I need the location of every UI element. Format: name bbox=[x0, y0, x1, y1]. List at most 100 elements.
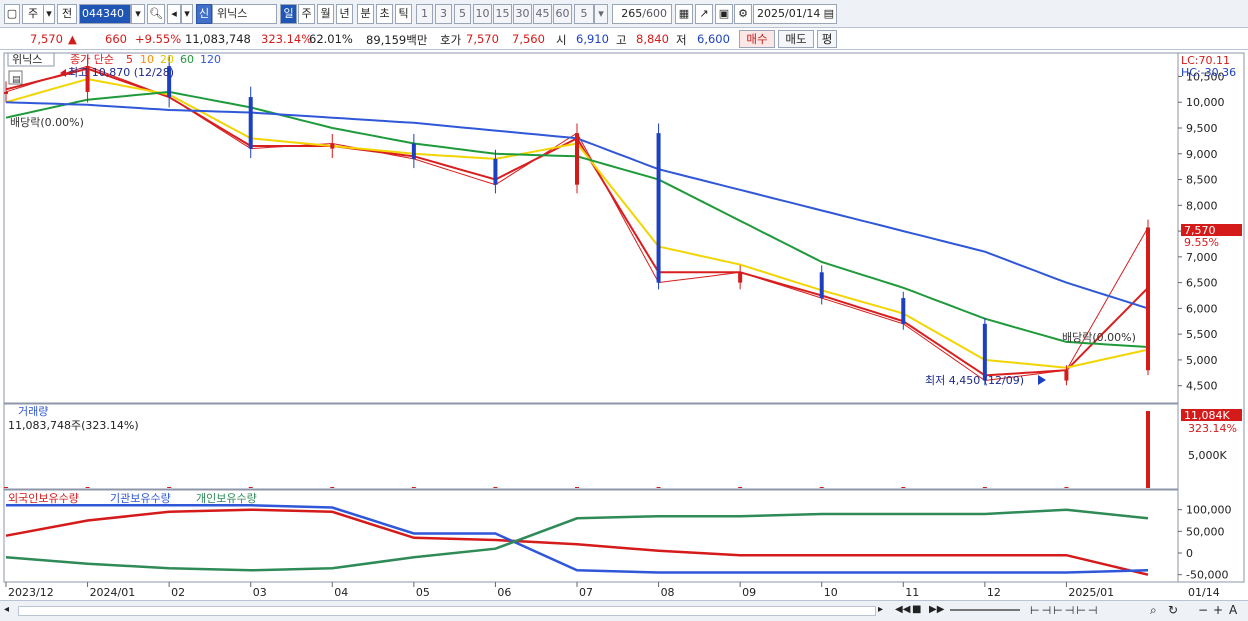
price-tick-label: 8,000 bbox=[1186, 199, 1218, 212]
interval-30[interactable]: 30 bbox=[513, 4, 532, 24]
x-tick-label: 04 bbox=[334, 586, 348, 599]
interval-45[interactable]: 45 bbox=[533, 4, 552, 24]
view-tools-icon[interactable]: ⊢⊣⊢⊣⊢⊣ bbox=[1030, 604, 1140, 618]
new-badge-label: 신 bbox=[198, 7, 210, 20]
count-field[interactable]: 265/600 bbox=[612, 4, 672, 24]
institution-legend: 기관보유수량 bbox=[110, 492, 171, 505]
horizontal-scrollbar[interactable] bbox=[18, 606, 876, 616]
x-tick-label: 01/14 bbox=[1188, 586, 1220, 599]
kind-select[interactable]: 주 bbox=[22, 4, 44, 24]
price-tick-label: 6,000 bbox=[1186, 302, 1218, 315]
price-tick-label: 4,500 bbox=[1186, 380, 1218, 393]
zoom-in-icon[interactable]: + bbox=[1213, 603, 1227, 619]
interval-1[interactable]: 1 bbox=[416, 4, 433, 24]
prev-button[interactable]: 전 bbox=[57, 4, 77, 24]
interval-3[interactable]: 3 bbox=[435, 4, 452, 24]
font-size-icon[interactable]: A bbox=[1229, 603, 1243, 619]
candle-settings-icon[interactable]: ▦ bbox=[675, 4, 693, 24]
period-day[interactable]: 일 bbox=[280, 4, 297, 24]
zoom-slider[interactable] bbox=[950, 609, 1020, 611]
volume-bar bbox=[411, 487, 416, 488]
chart-menu-glyph: ▤ bbox=[12, 75, 21, 85]
foreign-legend: 외국인보유수량 bbox=[8, 492, 79, 505]
volume-value-label: 11,083,748주(323.14%) bbox=[8, 419, 139, 432]
reset-icon[interactable]: ↻ bbox=[1168, 603, 1182, 619]
holding-tick-label: 0 bbox=[1186, 547, 1193, 560]
date-input[interactable]: 2025/01/14 ▤ bbox=[753, 4, 837, 24]
candle-body bbox=[901, 298, 906, 324]
interval-15[interactable]: 15 bbox=[493, 4, 512, 24]
code-dropdown-icon[interactable]: ▾ bbox=[131, 4, 145, 24]
zoom-out-icon[interactable]: − bbox=[1198, 603, 1212, 619]
speaker-dropdown-icon[interactable]: ▾ bbox=[181, 4, 193, 24]
volume-bar bbox=[493, 487, 498, 488]
open-price: 6,910 bbox=[576, 32, 609, 46]
x-tick-label: 02 bbox=[171, 586, 185, 599]
open-label: 시 bbox=[556, 33, 567, 47]
volume-bar bbox=[167, 487, 172, 488]
period-year[interactable]: 년 bbox=[336, 4, 353, 24]
period-week[interactable]: 주 bbox=[298, 4, 315, 24]
save-icon[interactable]: ▣ bbox=[715, 4, 733, 24]
period-label: 월 bbox=[320, 7, 331, 20]
dividend-note-2: 배당락(0.00%) bbox=[1062, 331, 1136, 344]
price-tick-label: 8,500 bbox=[1186, 174, 1218, 187]
sell-button[interactable]: 매도 bbox=[778, 30, 814, 48]
window-icon[interactable]: ▢ bbox=[4, 4, 20, 24]
drawing-tool-icon[interactable]: ↗ bbox=[695, 4, 713, 24]
interval-10[interactable]: 10 bbox=[473, 4, 492, 24]
search-icon[interactable]: 🔍︎ bbox=[147, 4, 165, 24]
interval-label: 10 bbox=[475, 7, 490, 20]
period-tick[interactable]: 틱 bbox=[395, 4, 412, 24]
interval-custom-input[interactable]: 5 bbox=[574, 4, 594, 24]
interval-5[interactable]: 5 bbox=[454, 4, 471, 24]
stock-code-value: 044340 bbox=[82, 7, 124, 20]
price-tick-label: 6,500 bbox=[1186, 277, 1218, 290]
period-month[interactable]: 월 bbox=[317, 4, 334, 24]
x-tick-label: 2024/01 bbox=[90, 586, 136, 599]
interval-60[interactable]: 60 bbox=[553, 4, 572, 24]
hoga-label: 호가 bbox=[440, 33, 462, 47]
interval-dropdown-icon[interactable]: ▾ bbox=[594, 4, 608, 24]
stop-icon[interactable]: ■ bbox=[912, 604, 926, 618]
period-label: 초 bbox=[379, 7, 390, 20]
price-tick-label: 7,000 bbox=[1186, 251, 1218, 264]
x-tick-label: 10 bbox=[824, 586, 838, 599]
stock-chart[interactable]: 10,50010,0009,5009,0008,5008,0007,5007,0… bbox=[0, 51, 1248, 621]
low-label: 저 bbox=[676, 33, 687, 47]
x-tick-label: 2025/01 bbox=[1068, 586, 1114, 599]
candle-body bbox=[982, 323, 987, 381]
kind-dropdown-icon[interactable]: ▾ bbox=[43, 4, 55, 24]
x-tick-label: 08 bbox=[661, 586, 675, 599]
interval-label: 30 bbox=[515, 7, 530, 20]
period-minute[interactable]: 분 bbox=[357, 4, 374, 24]
buy-button[interactable]: 매수 bbox=[739, 30, 775, 48]
candle-body bbox=[738, 272, 743, 283]
stock-name-field[interactable]: 위닉스 bbox=[212, 4, 277, 24]
forward-icon[interactable]: ▶▶ bbox=[929, 604, 944, 618]
low-note: 최저 4,450 (12/09) bbox=[925, 374, 1024, 387]
current-price: 7,570 bbox=[30, 32, 63, 46]
price-change: 660 bbox=[105, 32, 127, 46]
volume-bar bbox=[85, 487, 90, 488]
calendar-icon[interactable]: ▤ bbox=[824, 5, 834, 23]
ma-legend-60: 60 bbox=[180, 53, 194, 66]
speaker-icon[interactable]: ◂ bbox=[167, 4, 181, 24]
volume-panel bbox=[3, 403, 1179, 490]
interval-custom-value: 5 bbox=[580, 7, 588, 20]
scroll-right-icon[interactable]: ▸ bbox=[878, 604, 892, 618]
trade-amount: 89,159백만 bbox=[366, 33, 428, 47]
ask-price: 7,570 bbox=[466, 32, 499, 46]
gear-icon[interactable]: ⚙ bbox=[734, 4, 752, 24]
candle-body bbox=[1146, 227, 1150, 371]
stock-code-input[interactable]: 044340 bbox=[79, 4, 131, 24]
period-second[interactable]: 초 bbox=[376, 4, 393, 24]
volume-bar bbox=[1064, 487, 1069, 488]
new-badge: 신 bbox=[196, 4, 212, 24]
rewind-icon[interactable]: ◀◀ bbox=[895, 604, 910, 618]
date-value: 2025/01/14 bbox=[757, 7, 821, 20]
zoom-icon[interactable]: ⌕ bbox=[1150, 603, 1166, 619]
count-value: 265 bbox=[621, 7, 643, 20]
scroll-left-icon[interactable]: ◂ bbox=[4, 604, 16, 618]
eval-button[interactable]: 평 bbox=[817, 30, 837, 48]
